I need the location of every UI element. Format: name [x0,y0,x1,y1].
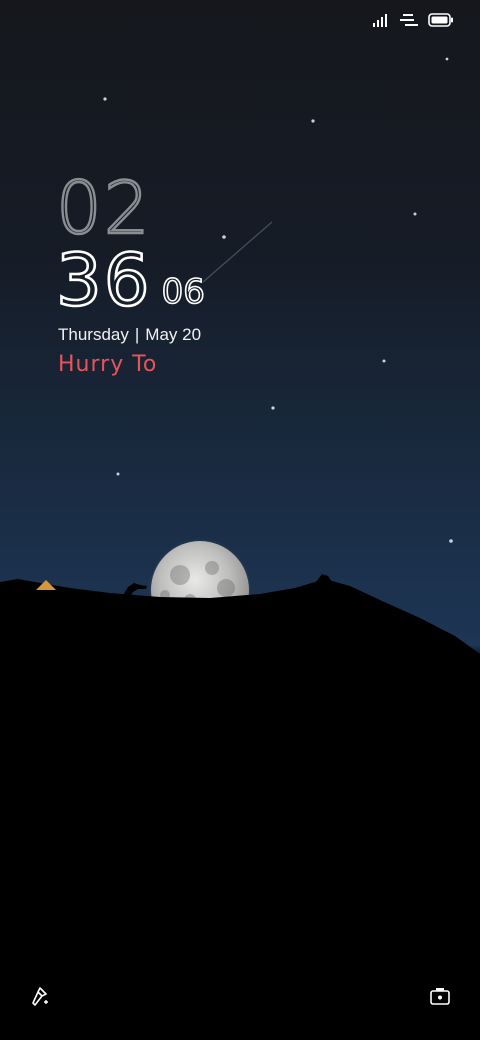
clock-hour: 02 [55,166,152,250]
night-landscape [0,57,480,1040]
day: May 20 [145,325,202,344]
camera-icon [430,988,450,1005]
flashlight-shortcut[interactable] [28,984,52,1008]
battery-icon [428,13,454,27]
clock-minute-row: 36 06 [55,238,206,322]
clock-second: 06 [161,271,206,313]
lockscreen-clock: 02 36 06 [55,166,206,322]
status-bar [372,8,454,32]
camera-shortcut[interactable] [428,984,452,1008]
date-separator: | [134,325,140,344]
lockscreen-wallpaper [0,0,480,1040]
date-line: Thursday | May 20 [58,325,201,345]
lockscreen-note: Hurry To [58,352,158,377]
signal-bars-icon [372,13,390,27]
shooting-star [202,221,273,283]
hill-silhouette [0,579,480,1040]
clock-minute: 36 [55,238,152,322]
flashlight-icon [32,987,48,1006]
rock-silhouette [316,574,332,582]
weekday: Thursday [58,325,129,344]
data-activity-icon [400,13,418,27]
person-silhouette [122,583,147,597]
